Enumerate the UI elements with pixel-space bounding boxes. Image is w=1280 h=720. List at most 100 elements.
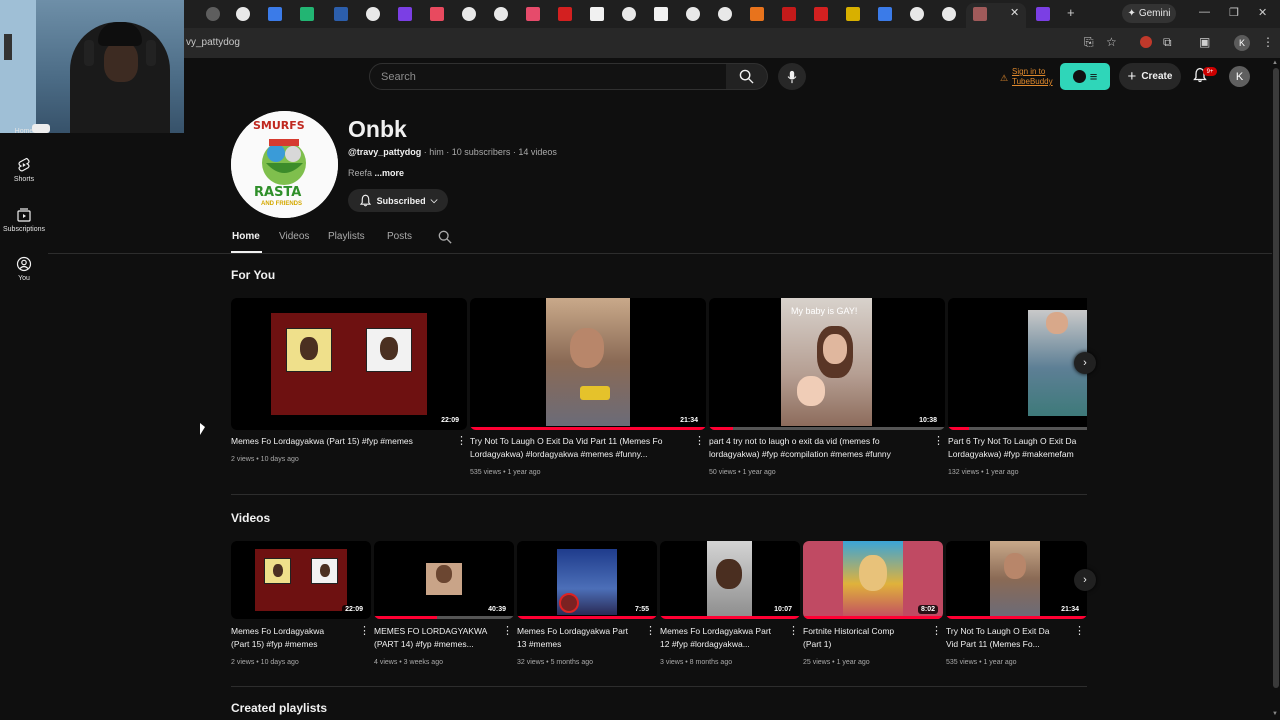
tubebuddy-menu-button[interactable]: ≡ [1060, 63, 1110, 90]
more-options-icon[interactable]: ⋮ [456, 434, 467, 447]
channel-search-icon[interactable] [438, 230, 452, 244]
scrollbar-thumb[interactable] [1273, 68, 1279, 688]
tab-favicon[interactable] [1036, 7, 1050, 21]
tab-favicon[interactable] [718, 7, 732, 21]
rail-item-you[interactable]: You [0, 256, 48, 282]
more-options-icon[interactable]: ⋮ [931, 624, 942, 637]
rail-item-shorts[interactable]: Shorts [0, 157, 48, 183]
tab-favicon[interactable] [462, 7, 476, 21]
channel-description[interactable]: Reefa ...more [348, 168, 404, 178]
tab-favicon[interactable] [590, 7, 604, 21]
tab-favicon[interactable] [750, 7, 764, 21]
voice-search-button[interactable] [778, 63, 806, 90]
bookmark-star-icon[interactable]: ☆ [1106, 35, 1117, 49]
tab-favicon[interactable] [300, 7, 314, 21]
scroll-up-icon[interactable]: ▲ [1272, 60, 1278, 66]
rail-item-home[interactable]: Home [0, 128, 48, 135]
video-title[interactable]: Memes Fo Lordagyakwa Part 12 #fyp #lordag… [660, 625, 785, 651]
carousel-next-button[interactable]: › [1074, 352, 1096, 374]
scroll-down-icon[interactable]: ▼ [1272, 711, 1278, 717]
more-options-icon[interactable]: ⋮ [788, 624, 799, 637]
rail-item-subscriptions[interactable]: Subscriptions [0, 207, 48, 233]
search-button[interactable] [726, 63, 768, 90]
video-thumbnail[interactable]: 22:09 [231, 541, 371, 619]
create-button[interactable]: + Create [1119, 63, 1181, 90]
tab-favicon[interactable] [268, 7, 282, 21]
rail-label: Shorts [13, 176, 35, 183]
browser-menu-icon[interactable]: ⋮ [1262, 35, 1274, 49]
close-tab-icon[interactable]: ✕ [1010, 6, 1019, 19]
tab-favicon[interactable] [846, 7, 860, 21]
tab-favicon[interactable] [398, 7, 412, 21]
video-title[interactable]: Memes Fo Lordagyakwa Part 13 #memes [517, 625, 642, 651]
side-panel-icon[interactable]: ▣ [1199, 35, 1210, 49]
tab-favicon[interactable] [814, 7, 828, 21]
url-text[interactable]: vy_pattydog [186, 37, 240, 48]
video-thumbnail[interactable] [948, 298, 1087, 430]
video-duration: 22:09 [342, 605, 366, 614]
tab-favicon[interactable] [558, 7, 572, 21]
tab-favicon[interactable] [782, 7, 796, 21]
tubebuddy-signin-link[interactable]: Sign in to TubeBuddy [1012, 67, 1053, 87]
tab-favicon[interactable] [206, 7, 220, 21]
tab-favicon[interactable] [494, 7, 508, 21]
gemini-button[interactable]: ✦ Gemini [1122, 4, 1176, 23]
tab-favicon[interactable] [366, 7, 380, 21]
tab-favicon[interactable] [686, 7, 700, 21]
active-tab[interactable]: ✕ [966, 3, 1026, 28]
video-thumbnail[interactable]: 40:39 [374, 541, 514, 619]
minimize-icon[interactable]: — [1199, 6, 1210, 18]
tab-favicon[interactable] [526, 7, 540, 21]
thumbnail-face [1046, 312, 1068, 334]
tab-favicon[interactable] [430, 7, 444, 21]
tab-favicon[interactable] [236, 7, 250, 21]
tab-playlists[interactable]: Playlists [328, 231, 365, 242]
tab-favicon[interactable] [334, 7, 348, 21]
channel-avatar[interactable]: SMURFS RASTA AND FRIENDS [231, 111, 338, 218]
extension-icon[interactable] [1140, 36, 1152, 48]
tab-favicon[interactable] [878, 7, 892, 21]
more-options-icon[interactable]: ⋮ [694, 434, 705, 447]
more-link[interactable]: ...more [372, 168, 405, 178]
subscribed-button[interactable]: Subscribed ⌵ [348, 189, 448, 212]
more-options-icon[interactable]: ⋮ [1074, 624, 1085, 637]
account-avatar[interactable]: K [1229, 66, 1250, 87]
video-title[interactable]: Memes Fo Lordagyakwa (Part 15) #fyp #meme… [231, 625, 356, 651]
video-title[interactable]: Try Not To Laugh O Exit Da Vid Part 11 (… [470, 435, 688, 461]
video-thumbnail[interactable]: 10:07 [660, 541, 800, 619]
tab-favicon[interactable] [622, 7, 636, 21]
more-options-icon[interactable]: ⋮ [502, 624, 513, 637]
subscriptions-icon [17, 208, 31, 222]
video-title[interactable]: part 4 try not to laugh o exit da vid (m… [709, 435, 927, 461]
video-title[interactable]: MEMES FO LORDAGYAKWA (PART 14) #fyp #meme… [374, 625, 499, 651]
more-options-icon[interactable]: ⋮ [645, 624, 656, 637]
maximize-icon[interactable]: ❐ [1229, 6, 1239, 19]
video-thumbnail[interactable]: 8:02 [803, 541, 943, 619]
video-title[interactable]: Memes Fo Lordagyakwa (Part 15) #fyp #mem… [231, 435, 449, 448]
close-window-icon[interactable]: ✕ [1258, 6, 1267, 19]
more-options-icon[interactable]: ⋮ [933, 434, 944, 447]
video-thumbnail[interactable]: My baby is GAY! 10:38 [709, 298, 945, 430]
thumbnail-face [311, 558, 338, 584]
extensions-puzzle-icon[interactable]: ⧉ [1163, 35, 1172, 50]
video-title[interactable]: Fortnite Historical Comp (Part 1) [803, 625, 928, 651]
channel-desc-text: Reefa [348, 168, 373, 178]
tab-posts[interactable]: Posts [387, 231, 412, 242]
video-thumbnail[interactable]: 21:34 [946, 541, 1087, 619]
tab-favicon[interactable] [654, 7, 668, 21]
video-thumbnail[interactable]: 7:55 [517, 541, 657, 619]
tab-home[interactable]: Home [232, 231, 260, 242]
video-thumbnail[interactable]: 21:34 [470, 298, 706, 430]
install-app-icon[interactable]: ⎘ [1084, 35, 1094, 50]
video-title[interactable]: Part 6 Try Not To Laugh O Exit Da Lordagy… [948, 435, 1087, 461]
new-tab-icon[interactable]: + [1067, 5, 1075, 20]
search-input[interactable]: Search [369, 63, 727, 90]
tab-videos[interactable]: Videos [279, 231, 309, 242]
tab-favicon[interactable] [910, 7, 924, 21]
video-thumbnail[interactable]: 22:09 [231, 298, 467, 430]
browser-profile-avatar[interactable]: K [1234, 35, 1250, 51]
carousel-next-button[interactable]: › [1074, 569, 1096, 591]
video-title[interactable]: Try Not To Laugh O Exit Da Vid Part 11 (M… [946, 625, 1071, 651]
tab-favicon[interactable] [942, 7, 956, 21]
more-options-icon[interactable]: ⋮ [359, 624, 370, 637]
